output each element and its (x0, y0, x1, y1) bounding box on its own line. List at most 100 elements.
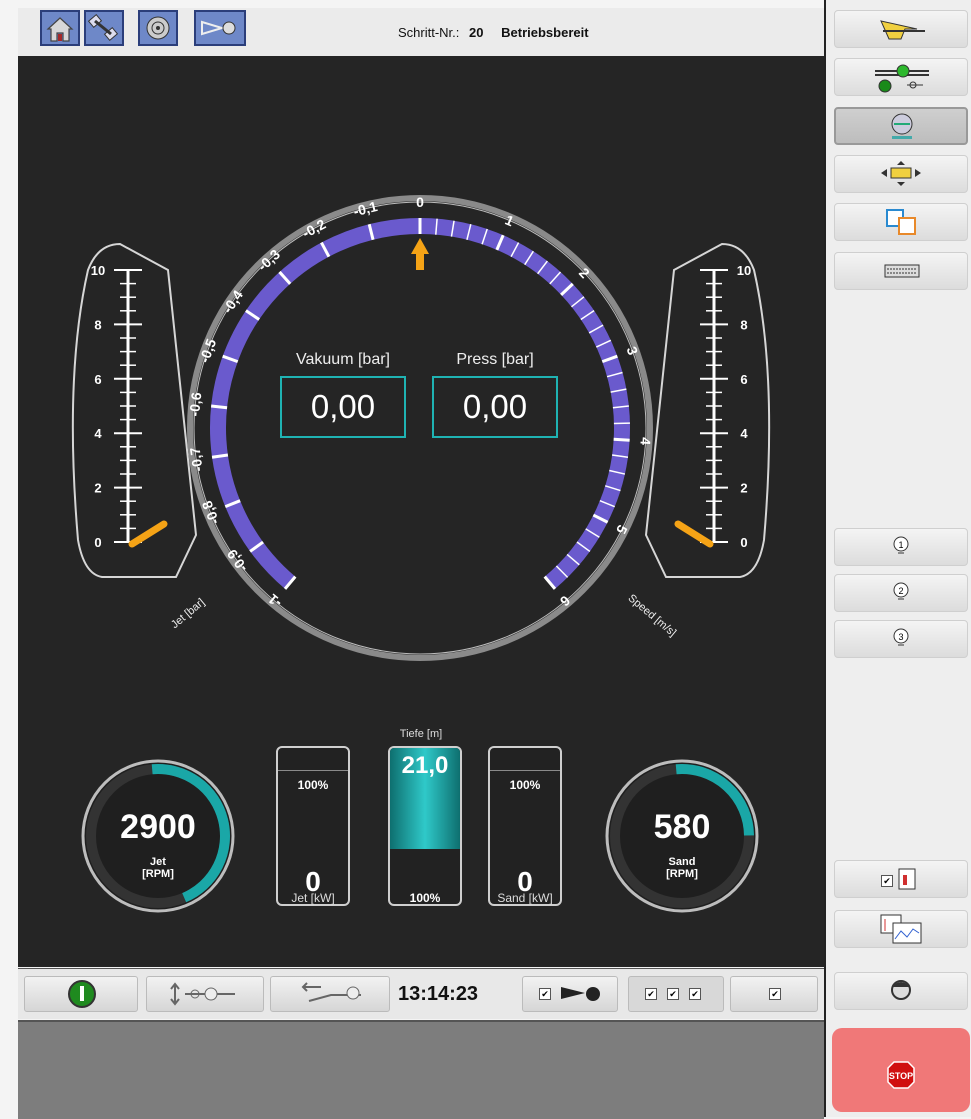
vacuum-label: Vakuum [bar] (278, 351, 408, 369)
right-panel: 1 2 3 ✔ (824, 0, 971, 1117)
spool-button[interactable] (834, 107, 968, 145)
jet-rpm-value: 2900 (98, 808, 218, 847)
speed-gauge-tick-label: 2 (740, 481, 747, 496)
home-icon (42, 12, 78, 44)
press-readout: 0,00 (432, 376, 558, 438)
top-toolbar: Schritt-Nr.: 20 Betriebsbereit (18, 8, 824, 56)
retract-icon (271, 977, 391, 1011)
jet-rpm-label-line2: [RPM] (98, 868, 218, 880)
svg-text:1: 1 (898, 540, 903, 550)
step-status: Schritt-Nr.: 20 Betriebsbereit (398, 25, 603, 40)
lift-park-button[interactable] (146, 976, 264, 1012)
jet-gauge-tick-label: 10 (91, 263, 105, 278)
sand-kw-gauge: 100% 0 (488, 746, 562, 906)
keyboard-icon (835, 253, 967, 289)
svg-text:2: 2 (898, 586, 903, 596)
press-tick-label: 4 (637, 437, 653, 446)
operation-status: Betriebsbereit (501, 25, 588, 40)
lamp-3-button[interactable]: 3 (834, 620, 968, 658)
speed-gauge-label: Speed [m/s] (626, 592, 679, 639)
report-icon (835, 861, 967, 897)
boat-button[interactable] (834, 10, 968, 48)
toggle-1-checkbox[interactable]: ✔ (645, 988, 657, 1000)
vacuum-tick (211, 406, 227, 408)
depth-percent: 100% (370, 891, 480, 905)
clock: 13:14:23 (398, 983, 478, 1006)
spool-icon (836, 109, 968, 145)
vacuum-tick-label: -0,6 (186, 391, 204, 417)
spiral-button[interactable] (138, 10, 178, 46)
speed-gauge-tick-label: 10 (737, 263, 751, 278)
speed-gauge-tick-label: 4 (740, 426, 748, 441)
lamp-2-icon: 2 (835, 575, 967, 611)
stop-sign-icon: STOP (832, 1028, 970, 1112)
satellite-icon (86, 12, 122, 44)
step-label: Schritt-Nr.: (398, 25, 459, 40)
operator-icon (835, 973, 967, 1009)
sand-rpm-label: Sand [RPM] (622, 856, 742, 880)
depth-value: 21,0 (390, 752, 460, 780)
positioner-icon (835, 156, 967, 192)
motor-valve-button[interactable] (834, 58, 968, 96)
lamp-3-icon: 3 (835, 621, 967, 657)
speed-gauge-tick-label: 0 (740, 535, 747, 550)
sand-rpm-label-line1: Sand (622, 856, 742, 868)
triple-toggle[interactable]: ✔ ✔ ✔ (628, 976, 724, 1012)
lamp-2-button[interactable]: 2 (834, 574, 968, 612)
keyboard-button[interactable] (834, 252, 968, 290)
jet-kw-percent: 100% (278, 778, 348, 792)
boat-icon (835, 11, 967, 47)
sand-kw-label: Sand [kW] (470, 891, 580, 905)
chart-button[interactable] (834, 910, 968, 948)
bottom-status-bar: 13:14:23 ✔ ✔ ✔ ✔ ✔ (18, 968, 824, 1019)
motor-valve-icon (835, 59, 967, 95)
vacuum-tick-label: -0,7 (187, 446, 206, 472)
report-button[interactable]: ✔ (834, 860, 968, 898)
jet-gauge-tick-label: 4 (94, 426, 102, 441)
toggle-4-checkbox[interactable]: ✔ (769, 988, 781, 1000)
positioner-button[interactable] (834, 155, 968, 193)
nn-button[interactable] (834, 203, 968, 241)
message-area (18, 1020, 824, 1119)
nozzle-icon (196, 12, 244, 44)
jet-gauge-tick-label: 6 (94, 372, 101, 387)
power-button[interactable] (24, 976, 138, 1012)
satellite-button[interactable] (84, 10, 124, 46)
chart-icon (835, 911, 967, 947)
single-toggle[interactable]: ✔ (730, 976, 818, 1012)
dashboard: 0-0,1-0,2-0,3-0,4-0,5-0,6-0,7-0,8-0,9-11… (18, 56, 824, 967)
home-button[interactable] (40, 10, 80, 46)
step-number: 20 (469, 25, 483, 40)
nozzle-button[interactable] (194, 10, 246, 46)
jet-gauge-tick-label: 8 (94, 317, 101, 332)
jet-gauge-housing (73, 244, 196, 577)
toggle-2-checkbox[interactable]: ✔ (667, 988, 679, 1000)
sand-kw-percent: 100% (490, 778, 560, 792)
depth-title: Tiefe [m] (366, 728, 476, 740)
speed-gauge-indicator (678, 524, 710, 544)
retract-button[interactable] (270, 976, 390, 1012)
spiral-icon (140, 12, 176, 44)
emergency-stop-button[interactable]: STOP (832, 1028, 970, 1112)
speed-gauge-tick-label: 6 (740, 372, 747, 387)
sand-rpm-label-line2: [RPM] (622, 868, 742, 880)
speed-gauge-housing (646, 244, 769, 577)
press-label: Press [bar] (430, 351, 560, 369)
svg-text:STOP: STOP (889, 1071, 913, 1081)
jet-kw-label: Jet [kW] (258, 891, 368, 905)
lamp-1-icon: 1 (835, 529, 967, 565)
lamp-1-button[interactable]: 1 (834, 528, 968, 566)
power-on-icon (25, 977, 139, 1011)
vacuum-tick-label: 0 (416, 194, 424, 210)
nozzle-toggle[interactable]: ✔ (522, 976, 618, 1012)
svg-text:3: 3 (898, 632, 903, 642)
depth-gauge: 21,0 (388, 746, 462, 906)
sand-rpm-value: 580 (622, 808, 742, 847)
toggle-3-checkbox[interactable]: ✔ (689, 988, 701, 1000)
jet-gauge-tick-label: 0 (94, 535, 101, 550)
jet-kw-gauge: 100% 0 (276, 746, 350, 906)
jet-gauge-tick-label: 2 (94, 481, 101, 496)
jet-rpm-label-line1: Jet (98, 856, 218, 868)
jet-gauge-indicator (132, 524, 164, 544)
operator-button[interactable] (834, 972, 968, 1010)
